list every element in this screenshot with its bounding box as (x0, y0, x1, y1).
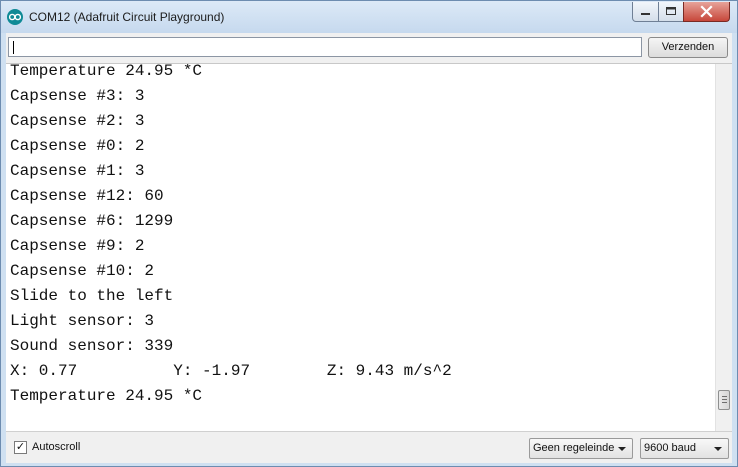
output-line: Temperature 24.95 *C (10, 63, 203, 80)
output-line: Capsense #9: 2 (10, 237, 145, 255)
output-lines: Temperature 24.95 *C Capsense #3: 3 Caps… (10, 63, 452, 409)
chevron-down-icon (714, 447, 722, 451)
maximize-button[interactable] (658, 2, 684, 22)
output-line: Capsense #1: 3 (10, 162, 145, 180)
title-bar: COM12 (Adafruit Circuit Playground) (1, 1, 737, 33)
maximize-icon (666, 7, 676, 15)
output-line: Capsense #6: 1299 (10, 212, 174, 230)
close-icon (700, 5, 713, 18)
window-title: COM12 (Adafruit Circuit Playground) (29, 10, 225, 24)
checkmark-icon: ✓ (15, 441, 26, 453)
output-line: Capsense #0: 2 (10, 137, 145, 155)
send-button[interactable]: Verzenden (648, 37, 728, 58)
output-line: Sound sensor: 339 (10, 337, 174, 355)
baud-rate-value: 9600 baud (644, 442, 696, 454)
arduino-icon (7, 9, 23, 25)
status-bar: ✓ Autoscroll Geen regeleinde 9600 baud (6, 431, 732, 463)
autoscroll-checkbox[interactable]: ✓ (14, 441, 27, 454)
minimize-icon (641, 13, 650, 15)
close-button[interactable] (683, 2, 730, 22)
output-line: Capsense #10: 2 (10, 262, 155, 280)
output-line: Capsense #2: 3 (10, 112, 145, 130)
send-toolbar: Verzenden (6, 33, 732, 63)
output-line: X: 0.77 Y: -1.97 Z: 9.43 m/s^2 (10, 362, 452, 380)
line-ending-value: Geen regeleinde (533, 442, 615, 454)
scrollbar-thumb[interactable] (718, 390, 730, 410)
output-line: Slide to the left (10, 287, 174, 305)
chevron-down-icon (618, 447, 626, 451)
vertical-scrollbar[interactable] (715, 64, 732, 432)
text-caret (13, 41, 14, 54)
output-line: Capsense #12: 60 (10, 187, 164, 205)
output-line: Temperature 24.95 *C (10, 387, 203, 405)
serial-output[interactable]: Temperature 24.95 *C Capsense #3: 3 Caps… (6, 63, 732, 432)
output-line: Light sensor: 3 (10, 312, 155, 330)
line-ending-select[interactable]: Geen regeleinde (529, 438, 633, 459)
output-line: Capsense #3: 3 (10, 87, 145, 105)
send-input[interactable] (8, 37, 642, 57)
autoscroll-label: Autoscroll (32, 441, 81, 453)
minimize-button[interactable] (632, 2, 659, 22)
serial-monitor-window: COM12 (Adafruit Circuit Playground) Verz… (0, 0, 738, 467)
baud-rate-select[interactable]: 9600 baud (640, 438, 729, 459)
